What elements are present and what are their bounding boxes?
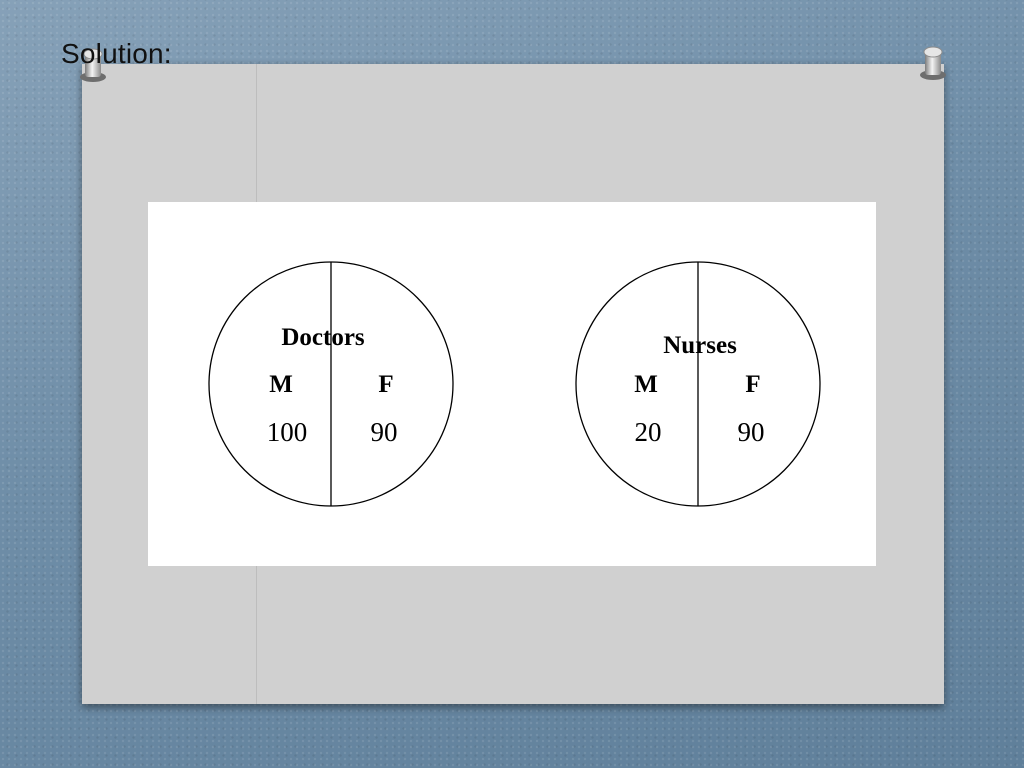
doctors-female-label: F [378, 371, 393, 398]
doctors-male-label: M [269, 371, 293, 398]
nurses-female-value: 90 [738, 417, 765, 447]
doctors-title: Doctors [281, 324, 365, 351]
nurses-male-label: M [634, 371, 658, 398]
venn-diagram-svg: Doctors M F 100 90 Nurses M F 20 90 [208, 261, 821, 507]
slide-title: Solution: [61, 38, 172, 69]
doctors-circle-group: Doctors M F 100 90 [208, 261, 454, 507]
venn-figure: Doctors M F 100 90 Nurses M F 20 90 [148, 202, 876, 566]
nurses-male-value: 20 [635, 417, 662, 447]
pushpin-right-icon [920, 46, 946, 80]
doctors-male-value: 100 [267, 417, 308, 447]
nurses-circle-group: Nurses M F 20 90 [575, 261, 821, 507]
doctors-female-value: 90 [371, 417, 398, 447]
nurses-title: Nurses [663, 332, 737, 359]
nurses-female-label: F [745, 371, 760, 398]
